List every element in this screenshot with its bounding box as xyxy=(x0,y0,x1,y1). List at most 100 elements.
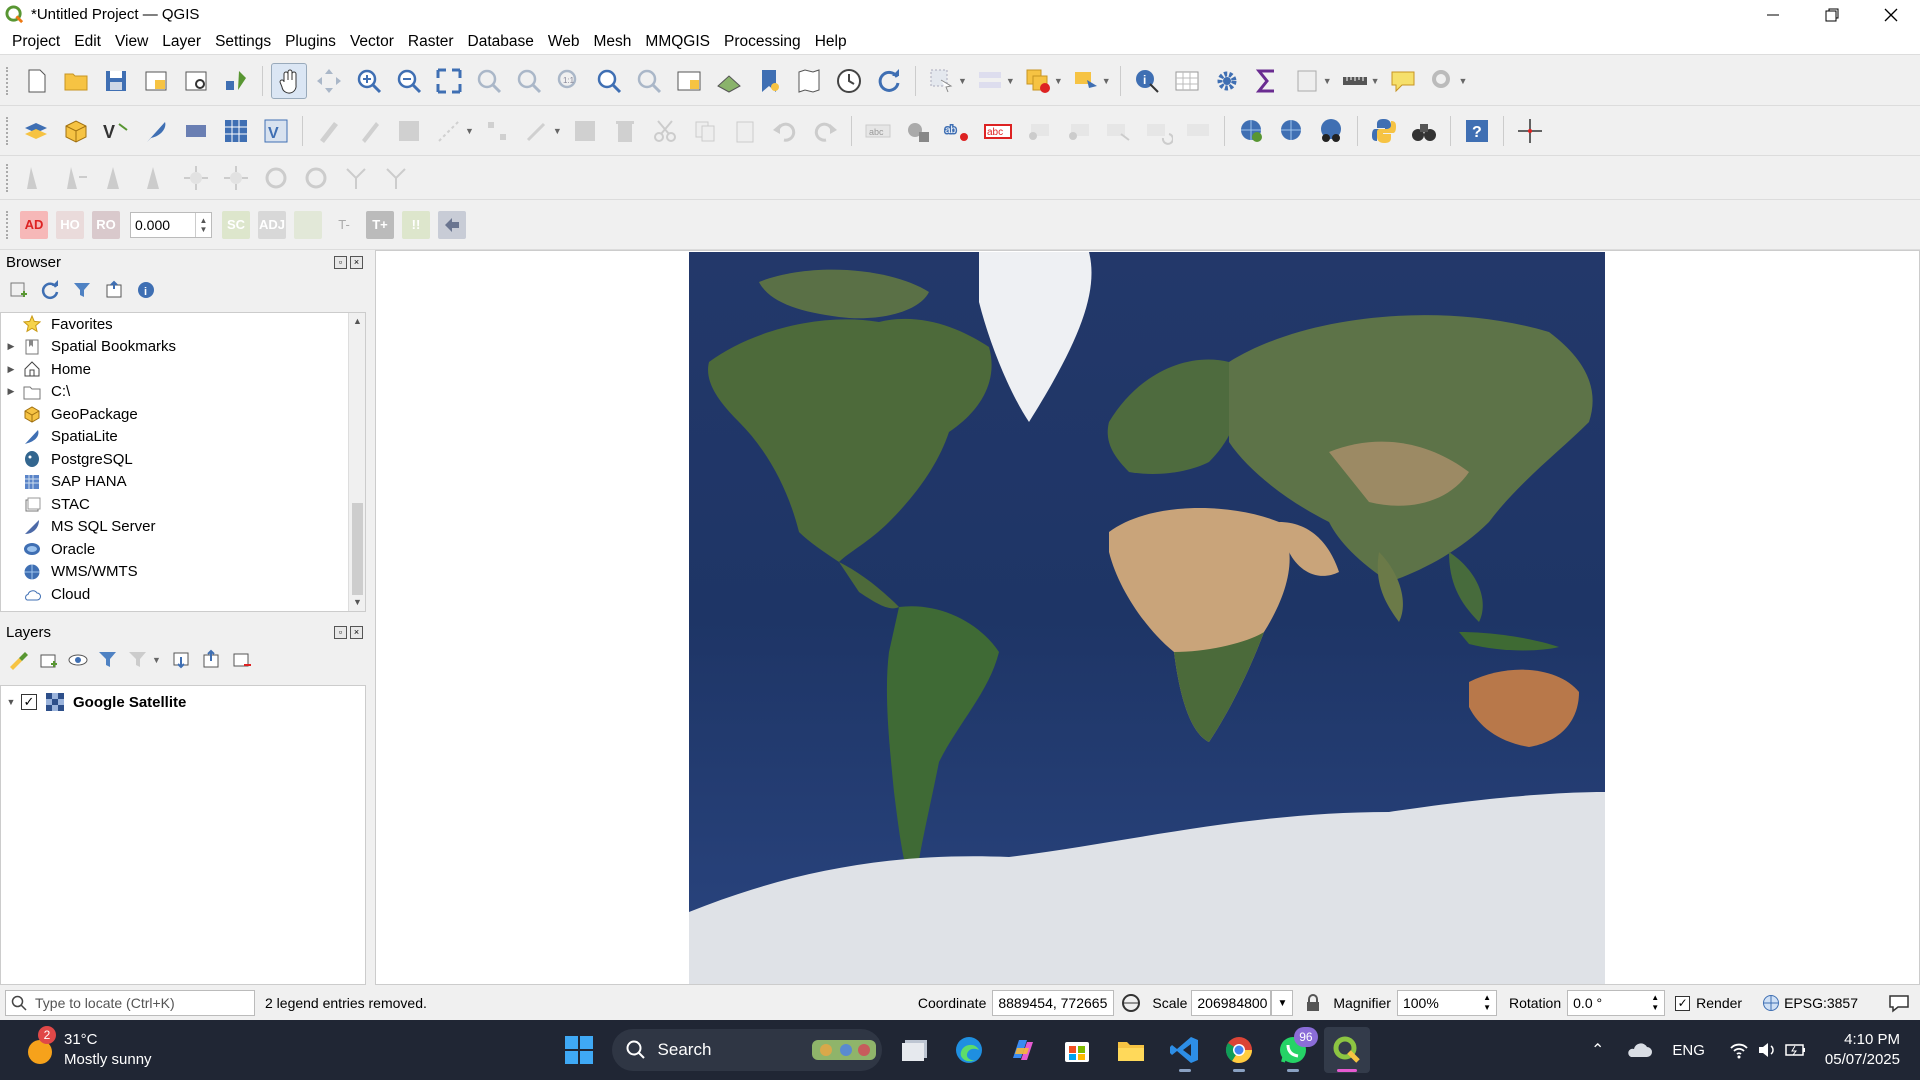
map-tips-button[interactable] xyxy=(1385,63,1421,99)
data-source-manager-button[interactable] xyxy=(18,113,54,149)
expand-all-button[interactable] xyxy=(170,648,194,672)
menu-settings[interactable]: Settings xyxy=(208,33,278,51)
identify-features-button[interactable]: i xyxy=(1129,63,1165,99)
ad-button[interactable]: AD xyxy=(20,210,48,239)
refresh-browser-button[interactable] xyxy=(38,278,62,302)
menu-help[interactable]: Help xyxy=(808,33,854,51)
wifi-icon[interactable] xyxy=(1729,1041,1749,1059)
volume-icon[interactable] xyxy=(1757,1041,1777,1059)
language-indicator[interactable]: ENG xyxy=(1672,1042,1705,1059)
minimize-button[interactable] xyxy=(1743,0,1802,29)
browser-item-spatialite[interactable]: SpatiaLite xyxy=(1,426,365,449)
menu-mmqgis[interactable]: MMQGIS xyxy=(638,33,717,51)
manage-visibility-button[interactable] xyxy=(66,648,90,672)
metasearch-button[interactable] xyxy=(1233,113,1269,149)
scale-dropdown-arrow-icon[interactable]: ▼ xyxy=(1271,990,1294,1016)
scroll-down-arrow-icon[interactable]: ▼ xyxy=(349,594,365,611)
vertex-tool-button[interactable] xyxy=(479,113,515,149)
browser-item-wms-wmts[interactable]: WMS/WMTS xyxy=(1,561,365,584)
deselect-features-button[interactable] xyxy=(1020,63,1056,99)
remove-layer-button[interactable] xyxy=(230,648,254,672)
browser-item-oracle[interactable]: Oracle xyxy=(1,538,365,561)
open-attribute-table-button[interactable] xyxy=(1169,63,1205,99)
help-contents-button[interactable]: ? xyxy=(1459,113,1495,149)
float-panel-button[interactable]: ▫ xyxy=(334,625,347,639)
select-by-value-button[interactable] xyxy=(972,63,1008,99)
crosshair-button[interactable] xyxy=(1512,113,1548,149)
move-feature-button[interactable] xyxy=(58,160,94,196)
change-label-button[interactable] xyxy=(1180,113,1216,149)
menu-project[interactable]: Project xyxy=(0,33,67,51)
menu-web[interactable]: Web xyxy=(541,33,587,51)
toolbar-grip[interactable] xyxy=(6,163,10,192)
task-view-button[interactable] xyxy=(892,1027,938,1073)
field-calculator-button[interactable] xyxy=(1289,63,1325,99)
measure-line-button[interactable] xyxy=(1337,63,1373,99)
zoom-full-button[interactable] xyxy=(431,63,467,99)
menu-database[interactable]: Database xyxy=(461,33,541,51)
globe-crs-icon[interactable] xyxy=(1762,994,1780,1012)
python-console-button[interactable] xyxy=(1366,113,1402,149)
edit-table-button[interactable] xyxy=(567,113,603,149)
rotation-field[interactable]: 0.0 ° ▲ ▼ xyxy=(1567,990,1666,1016)
menu-layer[interactable]: Layer xyxy=(155,33,208,51)
new-3d-view-button[interactable] xyxy=(711,63,747,99)
pin-labels-button[interactable] xyxy=(1020,113,1056,149)
ho-button[interactable]: HO xyxy=(56,210,84,239)
vscode-button[interactable] xyxy=(1162,1027,1208,1073)
rotate-feature-button[interactable] xyxy=(18,160,54,196)
temporal-controller-button[interactable] xyxy=(831,63,867,99)
osm-download-button[interactable] xyxy=(1313,113,1349,149)
move-label-button[interactable] xyxy=(1100,113,1136,149)
browser-item-stac[interactable]: STAC xyxy=(1,493,365,516)
toggle-editing-button[interactable] xyxy=(351,113,387,149)
filter-legend-button[interactable] xyxy=(96,648,120,672)
browser-item-home[interactable]: ▶ Home xyxy=(1,358,365,381)
spin-arrows[interactable]: ▲ ▼ xyxy=(195,212,211,237)
pan-map-button[interactable] xyxy=(271,62,307,99)
cut-features-button[interactable] xyxy=(647,113,683,149)
browser-item-postgresql[interactable]: PostgreSQL xyxy=(1,448,365,471)
add-raster-layer-button[interactable] xyxy=(218,113,254,149)
new-geopackage-layer-button[interactable] xyxy=(58,113,94,149)
new-project-button[interactable] xyxy=(18,63,54,99)
simplify-feature-button[interactable] xyxy=(338,160,374,196)
rotation-spin-icon[interactable]: ▲ ▼ xyxy=(1651,993,1659,1013)
ad-extra-button[interactable] xyxy=(294,210,322,239)
menu-view[interactable]: View xyxy=(108,33,155,51)
collapse-arrow-icon[interactable]: ▼ xyxy=(1,697,21,707)
style-manager-button[interactable] xyxy=(218,63,254,99)
t-plus-button[interactable]: T+ xyxy=(366,210,394,239)
layer-row[interactable]: ▼ ✓ Google Satellite xyxy=(1,689,365,715)
layer-labeling-button[interactable]: ab xyxy=(940,113,976,149)
current-edits-button[interactable] xyxy=(311,113,347,149)
browser-item-sap-hana[interactable]: SAP HANA xyxy=(1,471,365,494)
add-selected-layers-button[interactable] xyxy=(6,278,30,302)
whatsapp-button[interactable]: 96 xyxy=(1270,1027,1318,1073)
copilot-button[interactable] xyxy=(1000,1027,1046,1073)
new-shapefile-layer-button[interactable]: V xyxy=(98,113,134,149)
show-bookmarks-button[interactable] xyxy=(791,63,827,99)
toolbar-grip[interactable] xyxy=(6,116,10,145)
reshape-features-button[interactable] xyxy=(178,160,214,196)
select-features-button[interactable] xyxy=(924,63,960,99)
browser-item-cloud[interactable]: Cloud xyxy=(1,583,365,606)
taskbar-search-box[interactable]: Search xyxy=(611,1029,882,1071)
ro-button[interactable]: RO xyxy=(92,210,120,239)
clock[interactable]: 4:10 PM 05/07/2025 xyxy=(1825,1030,1900,1070)
delete-selected-button[interactable] xyxy=(607,113,643,149)
zoom-out-button[interactable] xyxy=(391,63,427,99)
start-button[interactable] xyxy=(556,1027,602,1073)
pan-to-selection-button[interactable] xyxy=(311,63,347,99)
sc-button[interactable]: SC xyxy=(222,210,250,239)
menu-processing[interactable]: Processing xyxy=(717,33,808,51)
coordinate-toggle-icon[interactable] xyxy=(1120,992,1142,1014)
digitize-button[interactable] xyxy=(431,113,467,149)
new-bookmark-button[interactable] xyxy=(751,63,787,99)
close-panel-button[interactable]: × xyxy=(350,625,363,639)
map-canvas[interactable] xyxy=(375,250,1920,985)
zoom-next-button[interactable] xyxy=(631,63,667,99)
processing-toolbox-button[interactable] xyxy=(1209,63,1245,99)
crs-label[interactable]: EPSG:3857 xyxy=(1784,995,1858,1011)
warning-button[interactable]: !! xyxy=(402,210,430,239)
